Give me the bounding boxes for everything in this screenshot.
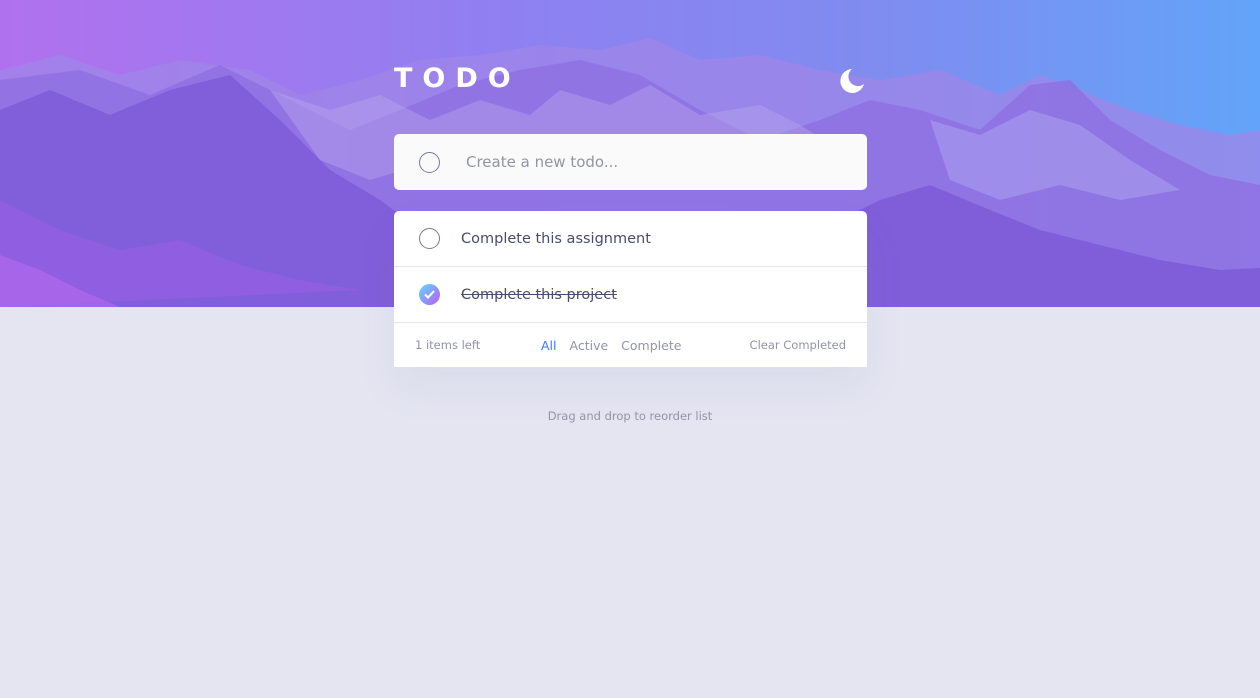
new-todo-bar bbox=[394, 134, 867, 190]
todo-checkbox[interactable] bbox=[419, 228, 440, 249]
todo-checkbox-checked[interactable] bbox=[419, 284, 440, 305]
todo-text: Complete this assignment bbox=[461, 230, 651, 247]
todo-text: Complete this project bbox=[461, 286, 617, 303]
new-todo-circle[interactable] bbox=[419, 151, 440, 173]
theme-toggle-button[interactable] bbox=[839, 68, 865, 94]
todo-item[interactable]: Complete this project bbox=[394, 267, 867, 323]
new-todo-input[interactable] bbox=[466, 153, 846, 171]
moon-icon bbox=[840, 69, 864, 93]
filter-group: All Active Complete bbox=[541, 338, 681, 353]
todo-app: TODO Complete this assignment Complete t… bbox=[394, 60, 867, 367]
header: TODO bbox=[394, 60, 867, 98]
checkmark-icon bbox=[424, 290, 435, 299]
app-title: TODO bbox=[394, 63, 521, 94]
filter-active[interactable]: Active bbox=[570, 338, 609, 353]
todo-item[interactable]: Complete this assignment bbox=[394, 211, 867, 267]
clear-completed-button[interactable]: Clear Completed bbox=[750, 338, 846, 352]
list-footer: 1 items left All Active Complete Clear C… bbox=[394, 323, 867, 367]
reorder-hint: Drag and drop to reorder list bbox=[547, 409, 713, 423]
todo-list: Complete this assignment Complete this p… bbox=[394, 211, 867, 367]
filter-all[interactable]: All bbox=[541, 338, 557, 353]
filter-complete[interactable]: Complete bbox=[621, 338, 681, 353]
items-left-count: 1 items left bbox=[415, 338, 481, 352]
